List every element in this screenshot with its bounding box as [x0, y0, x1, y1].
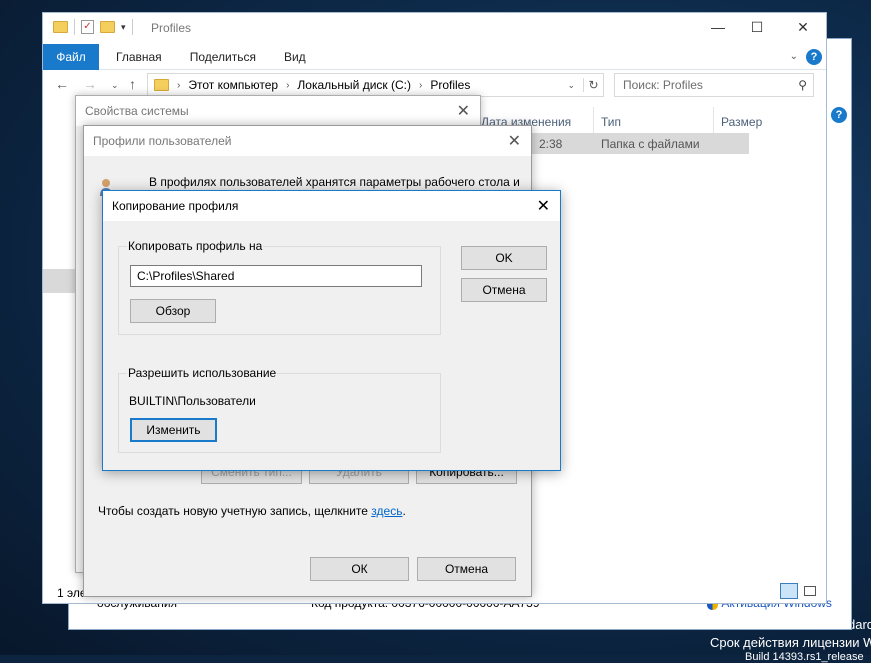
build-text: Build 14393.rs1_release [745, 651, 864, 663]
cancel-button[interactable]: Отмена [461, 278, 547, 302]
window-title: Profiles [151, 21, 192, 35]
separator [74, 19, 75, 35]
breadcrumb-profiles[interactable]: Profiles [430, 78, 470, 92]
minimize-button[interactable]: — [708, 19, 728, 37]
new-folder-icon[interactable] [100, 21, 115, 33]
copy-profile-dialog: Копирование профиля ✕ Копировать профиль… [102, 190, 561, 471]
chevron-right-icon[interactable]: › [286, 80, 289, 91]
up-icon[interactable]: ↑ [129, 76, 136, 92]
copy-to-path-field[interactable]: C:\Profiles\Shared [130, 265, 422, 287]
chevron-right-icon[interactable]: › [177, 80, 180, 91]
close-button[interactable]: ✕ [508, 131, 521, 151]
breadcrumb-this-pc[interactable]: Этот компьютер [188, 78, 278, 92]
search-icon: ⚲ [798, 78, 807, 92]
license-text: Срок действия лицензии Win [710, 635, 871, 650]
ok-button[interactable]: OK [461, 246, 547, 270]
permit-label: Разрешить использование [127, 366, 278, 380]
properties-icon[interactable]: ✓ [81, 20, 94, 34]
dialog-title: Копирование профиля [112, 199, 239, 213]
details-view-icon[interactable] [780, 583, 798, 599]
nav-pane-item[interactable] [43, 269, 77, 293]
breadcrumb-local-disk[interactable]: Локальный диск (C:) [297, 78, 411, 92]
column-separator [593, 107, 594, 133]
dialog-titlebar: Свойства системы ✕ [76, 96, 480, 126]
separator [131, 19, 133, 35]
row-date: 2:38 [539, 137, 563, 151]
new-account-end: . [402, 504, 406, 518]
browse-button[interactable]: Обзор [130, 299, 216, 323]
dialog-titlebar: Копирование профиля ✕ [103, 191, 560, 221]
forward-icon[interactable]: → [83, 76, 97, 92]
close-button[interactable]: ✕ [793, 19, 813, 37]
tab-home[interactable]: Главная [116, 50, 162, 64]
quick-access-toolbar: ✓ ▾ [53, 19, 133, 35]
address-bar[interactable]: › Этот компьютер › Локальный диск (C:) ›… [147, 73, 604, 97]
here-link[interactable]: здесь [371, 504, 402, 518]
maximize-button[interactable]: ☐ [747, 19, 767, 37]
dialog-title: Профили пользователей [93, 134, 232, 148]
ok-button[interactable]: ОК [310, 557, 409, 581]
cancel-button[interactable]: Отмена [417, 557, 516, 581]
tab-file[interactable]: Файл [43, 43, 99, 70]
address-dropdown-icon[interactable]: ⌄ [567, 80, 575, 91]
search-placeholder: Поиск: Profiles [623, 78, 703, 92]
column-size[interactable]: Размер [721, 115, 762, 129]
folder-icon[interactable] [53, 21, 68, 33]
dialog-title: Свойства системы [85, 104, 189, 118]
large-icons-view-icon[interactable] [804, 586, 816, 596]
column-separator [713, 107, 714, 133]
customize-dropdown-icon[interactable]: ▾ [121, 22, 126, 33]
recent-dropdown-icon[interactable]: ⌄ [111, 80, 119, 91]
tab-share[interactable]: Поделиться [190, 50, 256, 64]
copy-to-label: Копировать профиль на [127, 239, 264, 253]
help-icon[interactable]: ? [806, 48, 822, 65]
refresh-icon[interactable]: ↻ [583, 78, 603, 92]
explorer-titlebar: ✓ ▾ Profiles — ☐ ✕ [43, 13, 826, 44]
search-input[interactable]: Поиск: Profiles ⚲ [614, 73, 814, 97]
permitted-user: BUILTIN\Пользователи [129, 394, 256, 408]
profiles-description: В профилях пользователей хранятся параме… [149, 175, 520, 189]
folder-icon [154, 79, 169, 91]
new-account-hint: Чтобы создать новую учетную запись, щелк… [98, 504, 406, 518]
back-icon[interactable]: ← [55, 76, 69, 92]
tab-view[interactable]: Вид [284, 50, 306, 64]
help-icon[interactable]: ? [831, 107, 847, 123]
column-type[interactable]: Тип [601, 115, 621, 129]
row-type: Папка с файлами [601, 137, 700, 151]
close-button[interactable]: ✕ [457, 101, 470, 121]
ribbon-expand-icon[interactable]: ⌄ [790, 51, 798, 62]
change-button[interactable]: Изменить [130, 418, 217, 442]
close-button[interactable]: ✕ [537, 196, 550, 216]
new-account-text: Чтобы создать новую учетную запись, щелк… [98, 504, 368, 518]
chevron-right-icon[interactable]: › [419, 80, 422, 91]
ribbon: Файл Главная Поделиться Вид ⌄ ? [43, 43, 826, 70]
dialog-titlebar: Профили пользователей ✕ [84, 126, 531, 156]
